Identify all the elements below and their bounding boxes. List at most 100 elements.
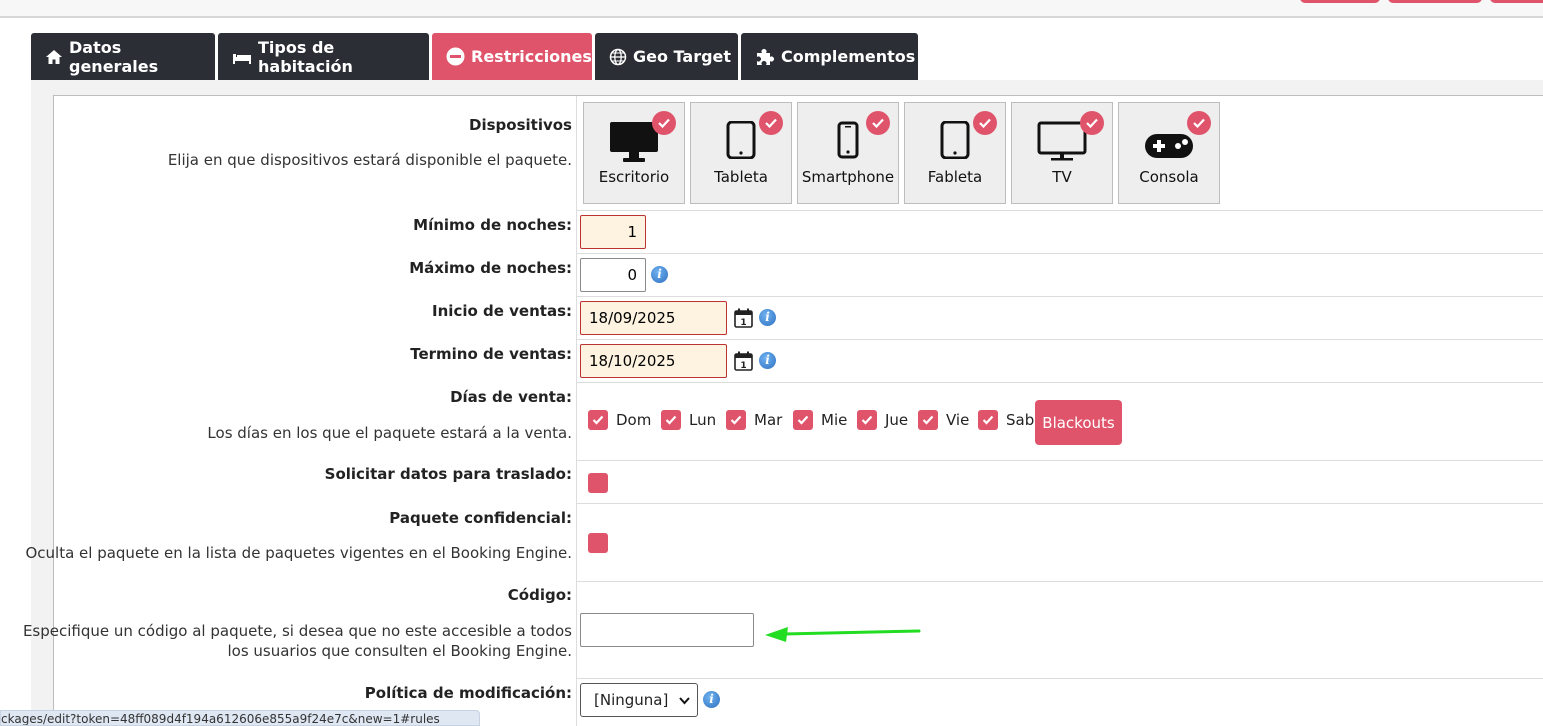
- check-icon: [1187, 111, 1211, 135]
- checkbox-checked-icon: [793, 410, 813, 430]
- day-checkbox-vie[interactable]: Vie: [918, 408, 969, 432]
- day-label: Mar: [754, 411, 783, 429]
- day-checkbox-sab[interactable]: Sab: [978, 408, 1034, 432]
- calendar-icon[interactable]: 1: [734, 351, 753, 371]
- tab-datos-generales[interactable]: Datos generales: [31, 33, 215, 80]
- confidencial-label: Paquete confidencial:: [389, 509, 572, 527]
- info-icon[interactable]: i: [759, 309, 776, 326]
- politica-select[interactable]: [Ninguna]: [580, 683, 698, 717]
- termino-ventas-input[interactable]: [580, 344, 727, 378]
- checkbox-checked-icon: [918, 410, 938, 430]
- device-consola[interactable]: Consola: [1118, 102, 1220, 204]
- tab-tipos-habitacion[interactable]: Tipos de habitación: [218, 33, 429, 80]
- checkbox-checked-icon: [978, 410, 998, 430]
- chevron-down-icon: [679, 697, 690, 705]
- confidencial-checkbox[interactable]: [588, 533, 608, 553]
- inicio-ventas-label: Inicio de ventas:: [432, 302, 572, 320]
- day-label: Mie: [821, 411, 848, 429]
- device-label: Consola: [1139, 168, 1199, 186]
- dispositivos-description: Elija en que dispositivos estará disponi…: [167, 151, 572, 169]
- device-tv[interactable]: TV: [1011, 102, 1113, 204]
- row-divider: [577, 210, 1543, 211]
- top-action-button-1[interactable]: [1300, 0, 1380, 3]
- tab-restricciones[interactable]: Restricciones: [432, 33, 592, 80]
- traslado-checkbox[interactable]: [588, 473, 608, 493]
- gamepad-icon: [1145, 134, 1193, 158]
- tab-label: Tipos de habitación: [258, 37, 353, 76]
- traslado-label: Solicitar datos para traslado:: [324, 465, 572, 483]
- info-icon[interactable]: i: [759, 352, 776, 369]
- smartphone-icon: [837, 121, 859, 159]
- day-label: Sab: [1006, 411, 1035, 429]
- row-divider: [577, 382, 1543, 383]
- row-divider: [577, 581, 1543, 582]
- check-icon: [866, 111, 890, 135]
- minus-circle-icon: [446, 47, 465, 66]
- device-smartphone[interactable]: Smartphone: [797, 102, 899, 204]
- device-escritorio[interactable]: Escritorio: [583, 102, 685, 204]
- row-divider: [577, 678, 1543, 679]
- day-checkbox-dom[interactable]: Dom: [588, 408, 651, 432]
- blackouts-button[interactable]: Blackouts: [1035, 400, 1122, 445]
- check-icon: [652, 111, 676, 135]
- day-label: Dom: [616, 411, 652, 429]
- tab-label: Geo Target: [633, 47, 732, 66]
- min-noches-label: Mínimo de noches:: [413, 216, 572, 234]
- dias-venta-description: Los días en los que el paquete estará a …: [207, 424, 572, 442]
- device-label: Escritorio: [598, 168, 670, 186]
- svg-text:1: 1: [740, 361, 746, 371]
- check-icon: [973, 111, 997, 135]
- dispositivos-label: Dispositivos: [469, 116, 572, 134]
- row-divider: [577, 460, 1543, 461]
- codigo-description-2: los usuarios que consulten el Booking En…: [227, 642, 572, 660]
- tv-icon: [1037, 121, 1087, 161]
- bed-icon: [233, 53, 251, 64]
- browser-status-url: ckages/edit?token=48ff089d4f194a612606e8…: [0, 710, 480, 726]
- tab-complementos[interactable]: Complementos: [741, 33, 918, 80]
- inicio-ventas-input[interactable]: [580, 301, 727, 335]
- row-divider: [577, 296, 1543, 297]
- select-value: [Ninguna]: [594, 691, 669, 709]
- day-checkbox-jue[interactable]: Jue: [857, 408, 908, 432]
- row-divider: [577, 253, 1543, 254]
- codigo-input[interactable]: [580, 613, 754, 647]
- codigo-label: Código:: [507, 586, 572, 604]
- row-divider: [577, 503, 1543, 504]
- info-icon[interactable]: i: [703, 691, 720, 708]
- tab-label: Complementos: [781, 47, 916, 66]
- codigo-description-1: Especifique un código al paquete, si des…: [22, 622, 572, 640]
- min-noches-input[interactable]: [580, 215, 646, 249]
- top-action-button-2[interactable]: [1388, 0, 1482, 3]
- check-icon: [759, 111, 783, 135]
- device-tableta[interactable]: Tableta: [690, 102, 792, 204]
- row-divider: [577, 339, 1543, 340]
- device-label: Smartphone: [801, 168, 895, 186]
- checkbox-checked-icon: [726, 410, 746, 430]
- tablet-icon: [726, 121, 756, 159]
- max-noches-label: Máximo de noches:: [409, 259, 572, 277]
- politica-label: Política de modificación:: [364, 684, 572, 702]
- phablet-icon: [940, 121, 970, 159]
- info-icon[interactable]: i: [651, 266, 668, 283]
- top-action-button-3[interactable]: [1490, 0, 1543, 3]
- tab-geo-target[interactable]: Geo Target: [595, 33, 738, 80]
- top-bar: [0, 0, 1543, 18]
- termino-ventas-label: Termino de ventas:: [410, 345, 572, 363]
- day-checkbox-mie[interactable]: Mie: [793, 408, 847, 432]
- day-label: Vie: [946, 411, 970, 429]
- svg-text:1: 1: [740, 318, 746, 328]
- day-label: Jue: [885, 411, 909, 429]
- day-checkbox-lun[interactable]: Lun: [661, 408, 716, 432]
- desktop-icon: [610, 122, 658, 162]
- device-fableta[interactable]: Fableta: [904, 102, 1006, 204]
- device-label: TV: [1052, 168, 1072, 186]
- tab-label: Restricciones: [471, 47, 592, 66]
- home-icon: [46, 49, 62, 64]
- dias-venta-label: Días de venta:: [450, 388, 572, 406]
- device-label: Fableta: [927, 168, 983, 186]
- calendar-icon[interactable]: 1: [734, 308, 753, 328]
- checkbox-checked-icon: [588, 410, 608, 430]
- checkbox-checked-icon: [661, 410, 681, 430]
- max-noches-input[interactable]: [580, 258, 646, 292]
- day-checkbox-mar[interactable]: Mar: [726, 408, 782, 432]
